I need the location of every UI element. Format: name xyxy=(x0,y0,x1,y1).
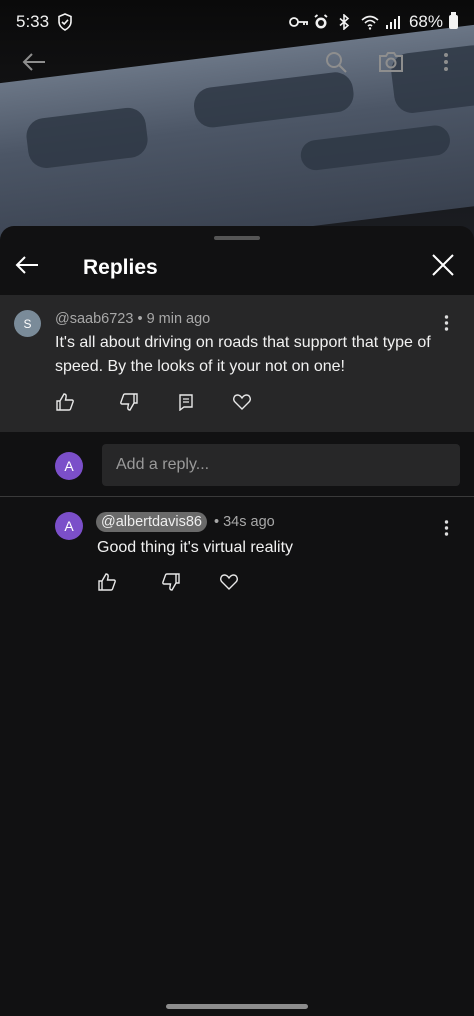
reply-meta: • 34s ago xyxy=(214,514,275,530)
sheet-title: Replies xyxy=(83,256,158,279)
meta-separator: • xyxy=(214,514,220,530)
replies-sheet: Replies S @saab6723 • 9 min ago It's all… xyxy=(0,226,474,1016)
thumbs-down-icon xyxy=(120,393,138,411)
camera-button[interactable] xyxy=(375,46,407,78)
close-button[interactable] xyxy=(430,252,462,284)
thumbs-down-icon xyxy=(162,573,180,591)
reply-time: 34s ago xyxy=(223,514,275,530)
close-icon xyxy=(432,254,454,276)
arrow-left-icon xyxy=(22,53,45,71)
sheet-back-button[interactable] xyxy=(14,254,44,284)
more-vert-icon xyxy=(444,520,448,536)
reply-author[interactable]: @albertdavis86 xyxy=(96,512,207,532)
search-button[interactable] xyxy=(320,46,352,78)
dislike-button[interactable] xyxy=(118,391,140,413)
reply-text: Good thing it's virtual reality xyxy=(97,539,294,556)
meta-separator: • xyxy=(137,311,143,327)
like-button[interactable] xyxy=(96,571,118,593)
arrow-left-icon xyxy=(15,256,38,274)
drag-handle[interactable] xyxy=(214,236,260,240)
add-reply-row: A xyxy=(0,432,474,498)
search-icon xyxy=(326,52,347,73)
reply-actions xyxy=(96,571,240,593)
comment-time: 9 min ago xyxy=(146,311,211,327)
heart-icon xyxy=(220,574,238,590)
wifi-icon xyxy=(361,14,379,30)
heart-button[interactable] xyxy=(231,391,253,413)
parent-comment: S @saab6723 • 9 min ago It's all about d… xyxy=(0,295,474,432)
bluetooth-icon xyxy=(337,13,355,31)
thumbs-up-icon xyxy=(98,573,116,591)
comment-icon xyxy=(179,394,193,411)
avatar[interactable]: A xyxy=(55,512,83,540)
home-indicator[interactable] xyxy=(166,1004,308,1009)
signal-icon xyxy=(385,14,403,30)
more-vert-icon xyxy=(444,315,448,331)
like-button[interactable] xyxy=(54,391,76,413)
reply-comment: A @albertdavis86 • 34s ago Good thing it… xyxy=(0,504,474,604)
heart-button[interactable] xyxy=(218,571,240,593)
status-bar: 5:33 68% xyxy=(0,0,474,44)
comment-actions xyxy=(54,391,253,413)
reply-more-button[interactable] xyxy=(436,516,456,540)
more-vert-icon xyxy=(444,53,448,71)
camera-icon xyxy=(379,52,403,72)
comment-text: It's all about driving on roads that sup… xyxy=(55,334,431,375)
heart-icon xyxy=(233,394,251,410)
divider xyxy=(0,496,474,497)
comment-more-button[interactable] xyxy=(436,311,456,335)
avatar: A xyxy=(55,452,83,480)
comment-meta: @saab6723 • 9 min ago xyxy=(55,311,210,327)
status-time: 5:33 xyxy=(16,12,50,31)
sheet-header: Replies xyxy=(0,246,474,296)
more-options-button[interactable] xyxy=(430,46,462,78)
status-icons: 68% xyxy=(289,12,458,32)
battery-percent: 68% xyxy=(408,12,443,31)
back-button[interactable] xyxy=(18,46,50,78)
video-background: 5:33 68% xyxy=(0,0,474,240)
avatar[interactable]: S xyxy=(14,310,41,337)
shield-icon xyxy=(57,13,73,31)
battery-icon xyxy=(449,12,458,29)
add-reply-input[interactable] xyxy=(102,444,460,486)
thumbs-up-icon xyxy=(56,393,74,411)
key-icon xyxy=(289,14,308,30)
reply-button[interactable] xyxy=(175,391,197,413)
dislike-button[interactable] xyxy=(160,571,182,593)
alarm-icon xyxy=(313,14,331,30)
video-toolbar xyxy=(0,40,474,84)
comment-author[interactable]: @saab6723 xyxy=(55,311,133,327)
